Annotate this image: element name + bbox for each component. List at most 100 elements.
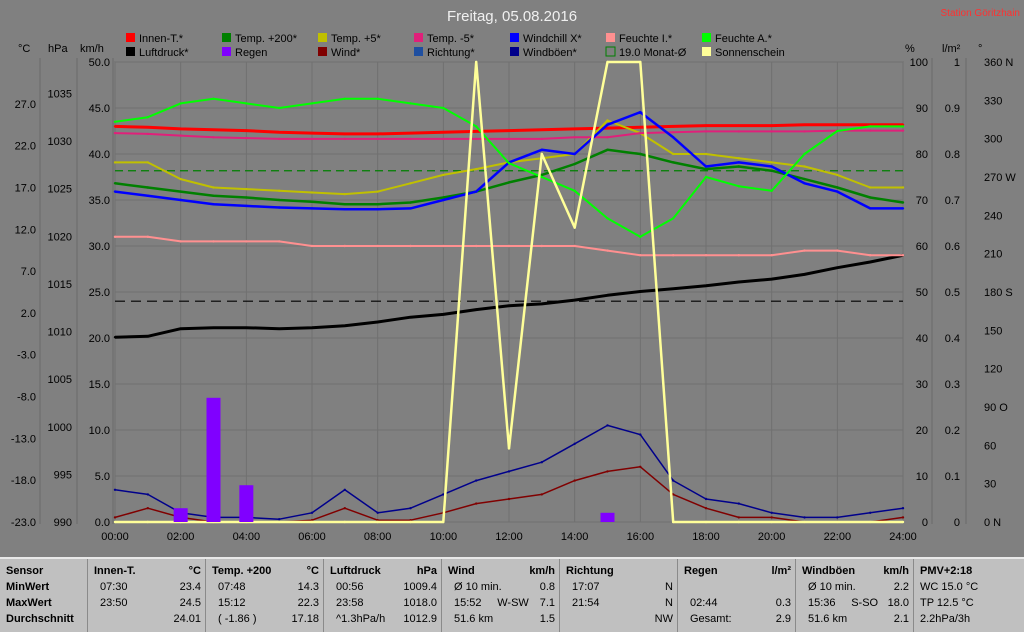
data-point-2 xyxy=(803,165,806,168)
data-point-1 xyxy=(704,167,708,171)
data-point-4 xyxy=(310,207,314,210)
data-point-3 xyxy=(606,136,609,139)
data-point-0 xyxy=(113,125,117,128)
data-point-3 xyxy=(343,137,346,141)
data-point-0 xyxy=(803,123,806,126)
data-point-9 xyxy=(343,488,346,491)
data-point-10 xyxy=(573,226,576,229)
stats-boeen-max-time: 15:36 xyxy=(808,597,836,609)
y-tick-humidity_pct: 90 xyxy=(916,103,928,115)
y-tick-speed_kmh: 45.0 xyxy=(89,103,110,115)
data-point-6 xyxy=(901,254,905,257)
data-point-2 xyxy=(475,167,478,171)
stats-regen-max-time: 02:44 xyxy=(690,597,718,609)
stats-boeen-distance: 51.6 km xyxy=(808,613,848,625)
data-point-6 xyxy=(113,235,117,238)
stats-regen-total-label: Gesamt: xyxy=(690,613,732,625)
x-tick-label: 14:00 xyxy=(561,531,589,543)
stats-innen-unit: °C xyxy=(188,565,201,577)
legend-label-2: Temp. +200* xyxy=(235,33,298,45)
data-point-1 xyxy=(146,186,149,189)
y-tick-direction_deg: 360 N xyxy=(984,57,1013,69)
data-point-1 xyxy=(376,203,379,206)
data-point-6 xyxy=(310,244,314,248)
stats-innen-avg: 24.01 xyxy=(173,613,201,625)
legend-swatch-5 xyxy=(318,47,327,56)
y-tick-temp_c: 2.0 xyxy=(21,308,36,320)
y-tick-pressure_hpa: 1025 xyxy=(48,184,72,196)
stats-innen-min: 23.4 xyxy=(179,581,201,593)
legend-label-12: Feuchte A.* xyxy=(715,33,773,45)
data-point-1 xyxy=(737,165,740,168)
legend-label-6: Temp. -5* xyxy=(427,33,475,45)
unit-hpa: hPa xyxy=(48,43,68,55)
y-tick-direction_deg: 150 xyxy=(984,325,1002,337)
data-point-6 xyxy=(770,254,773,257)
data-point-7 xyxy=(475,125,478,128)
data-point-3 xyxy=(869,129,872,132)
stats-boeen-max: 18.0 xyxy=(887,597,909,609)
rain-bar xyxy=(173,508,188,522)
data-point-7 xyxy=(540,175,543,179)
data-point-0 xyxy=(409,131,412,135)
data-point-9 xyxy=(803,516,806,519)
data-point-4 xyxy=(113,190,117,193)
data-point-5 xyxy=(639,290,642,293)
data-point-6 xyxy=(212,240,215,243)
data-point-8 xyxy=(737,516,740,519)
rain-bar xyxy=(239,485,254,522)
data-point-9 xyxy=(507,470,511,473)
y-tick-direction_deg: 60 xyxy=(984,440,996,452)
data-point-8 xyxy=(540,493,543,496)
data-point-5 xyxy=(343,324,346,327)
stats-druck-avg: 1012.9 xyxy=(403,613,437,625)
data-point-5 xyxy=(310,326,314,329)
data-point-5 xyxy=(442,313,445,316)
y-tick-pressure_hpa: 990 xyxy=(54,517,72,529)
data-point-0 xyxy=(639,126,642,129)
data-point-10 xyxy=(901,520,905,524)
data-point-10 xyxy=(672,520,675,524)
stats-wind-col: Wind km/h Ø 10 min. 0.8 15:52 W-SW 7.1 51.6 … xyxy=(442,559,560,632)
stats-richtung-col: Richtung 17:07 N 21:54 N NW xyxy=(560,559,678,632)
data-point-0 xyxy=(540,128,543,131)
legend-swatch-10 xyxy=(606,33,615,42)
legend-swatch-1 xyxy=(126,47,135,56)
x-tick-label: 20:00 xyxy=(758,531,786,543)
data-point-5 xyxy=(672,287,675,290)
y-tick-rain_lm2: 0.8 xyxy=(945,149,960,161)
data-point-3 xyxy=(803,130,806,133)
data-point-2 xyxy=(113,161,117,164)
data-point-4 xyxy=(803,182,806,185)
data-point-7 xyxy=(770,189,773,192)
data-point-7 xyxy=(573,189,576,192)
data-point-3 xyxy=(245,136,248,140)
data-point-4 xyxy=(606,123,609,126)
y-tick-rain_lm2: 0 xyxy=(954,517,960,529)
data-point-6 xyxy=(146,235,149,238)
data-point-7 xyxy=(409,102,412,105)
data-point-6 xyxy=(442,244,445,248)
data-point-9 xyxy=(113,488,117,491)
stats-innen-header: Innen-T. xyxy=(94,565,136,577)
y-tick-temp_c: 22.0 xyxy=(15,141,36,153)
data-point-0 xyxy=(672,125,675,128)
stats-regen-header: Regen xyxy=(684,565,718,577)
data-point-5 xyxy=(475,308,478,311)
data-point-1 xyxy=(278,198,281,202)
y-tick-direction_deg: 240 xyxy=(984,210,1002,222)
legend-swatch-2 xyxy=(222,33,231,42)
stats-boeen-max-dir: S-SO xyxy=(851,597,879,609)
stats-wind-max-time: 15:52 xyxy=(454,597,482,609)
data-point-4 xyxy=(146,194,149,197)
stats-richtung-max: N xyxy=(665,597,673,609)
data-point-4 xyxy=(409,207,412,210)
data-point-2 xyxy=(376,190,379,193)
stats-temp-trend: ( -1.86 ) xyxy=(218,613,257,625)
data-point-5 xyxy=(606,294,609,297)
data-point-5 xyxy=(836,266,839,269)
data-point-0 xyxy=(146,126,149,129)
legend-swatch-12 xyxy=(702,33,711,42)
data-point-6 xyxy=(475,244,478,248)
y-tick-rain_lm2: 0.6 xyxy=(945,241,960,253)
